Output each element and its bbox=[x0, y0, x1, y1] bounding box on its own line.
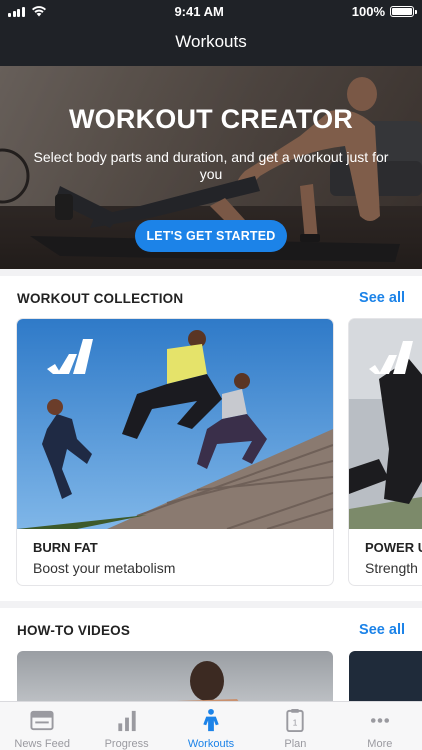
workout-card-power-up[interactable]: POWER U Strength bbox=[349, 319, 422, 585]
workout-collection-section: WORKOUT COLLECTION See all BURN FAT Boos… bbox=[0, 276, 422, 601]
tab-label: Workouts bbox=[187, 738, 235, 750]
tab-more[interactable]: More bbox=[338, 702, 422, 750]
workout-card-burn-fat[interactable]: BURN FAT Boost your metabolism bbox=[17, 319, 333, 585]
tab-label: More bbox=[367, 738, 393, 750]
more-icon bbox=[370, 718, 389, 723]
tab-workouts[interactable]: Workouts bbox=[169, 702, 253, 750]
progress-icon bbox=[117, 710, 136, 732]
card-image bbox=[17, 319, 333, 529]
hero-title: WORKOUT CREATOR bbox=[69, 104, 353, 134]
tab-label: News Feed bbox=[14, 738, 71, 750]
get-started-button[interactable]: LET'S GET STARTED bbox=[135, 220, 287, 252]
workouts-icon bbox=[203, 708, 219, 732]
cellular-signal-icon bbox=[8, 6, 25, 17]
battery-percent: 100% bbox=[351, 3, 385, 19]
plan-badge: 1 bbox=[293, 717, 298, 727]
card-image bbox=[349, 319, 422, 529]
how-to-videos-section: HOW-TO VIDEOS See all bbox=[0, 608, 422, 703]
tab-label: Plan bbox=[284, 738, 307, 750]
see-all-videos-link[interactable]: See all bbox=[359, 622, 405, 638]
news-feed-icon bbox=[30, 710, 54, 731]
plan-icon: 1 bbox=[286, 708, 305, 733]
card-subtitle: Strength bbox=[365, 560, 418, 576]
wifi-icon bbox=[31, 6, 46, 17]
video-thumbnail bbox=[176, 661, 240, 703]
tab-bar: News Feed Progress Workouts 1 Plan More bbox=[0, 701, 422, 750]
see-all-collection-link[interactable]: See all bbox=[359, 290, 405, 306]
tab-label: Progress bbox=[104, 738, 149, 750]
tab-plan[interactable]: 1 Plan bbox=[253, 702, 337, 750]
workouts-screen: 9:41 AM 100% Workouts WORKOUT CREATOR Se… bbox=[0, 0, 422, 750]
top-bar: 9:41 AM 100% Workouts bbox=[0, 0, 422, 66]
video-card[interactable] bbox=[349, 651, 422, 703]
status-time: 9:41 AM bbox=[174, 3, 224, 19]
section-title: WORKOUT COLLECTION bbox=[17, 290, 184, 306]
page-title: Workouts bbox=[175, 32, 247, 51]
battery-icon bbox=[390, 5, 417, 17]
workout-creator-banner[interactable]: WORKOUT CREATOR Select body parts and du… bbox=[0, 66, 422, 269]
card-title: BURN FAT bbox=[33, 540, 98, 555]
section-title: HOW-TO VIDEOS bbox=[17, 622, 131, 638]
tab-progress[interactable]: Progress bbox=[84, 702, 168, 750]
tab-news-feed[interactable]: News Feed bbox=[0, 702, 84, 750]
card-title: POWER U bbox=[365, 540, 422, 555]
card-subtitle: Boost your metabolism bbox=[33, 560, 176, 576]
video-card[interactable] bbox=[17, 651, 333, 703]
hero-subtitle: Select body parts and duration, and get … bbox=[33, 149, 389, 182]
status-bar: 9:41 AM 100% bbox=[0, 0, 422, 22]
